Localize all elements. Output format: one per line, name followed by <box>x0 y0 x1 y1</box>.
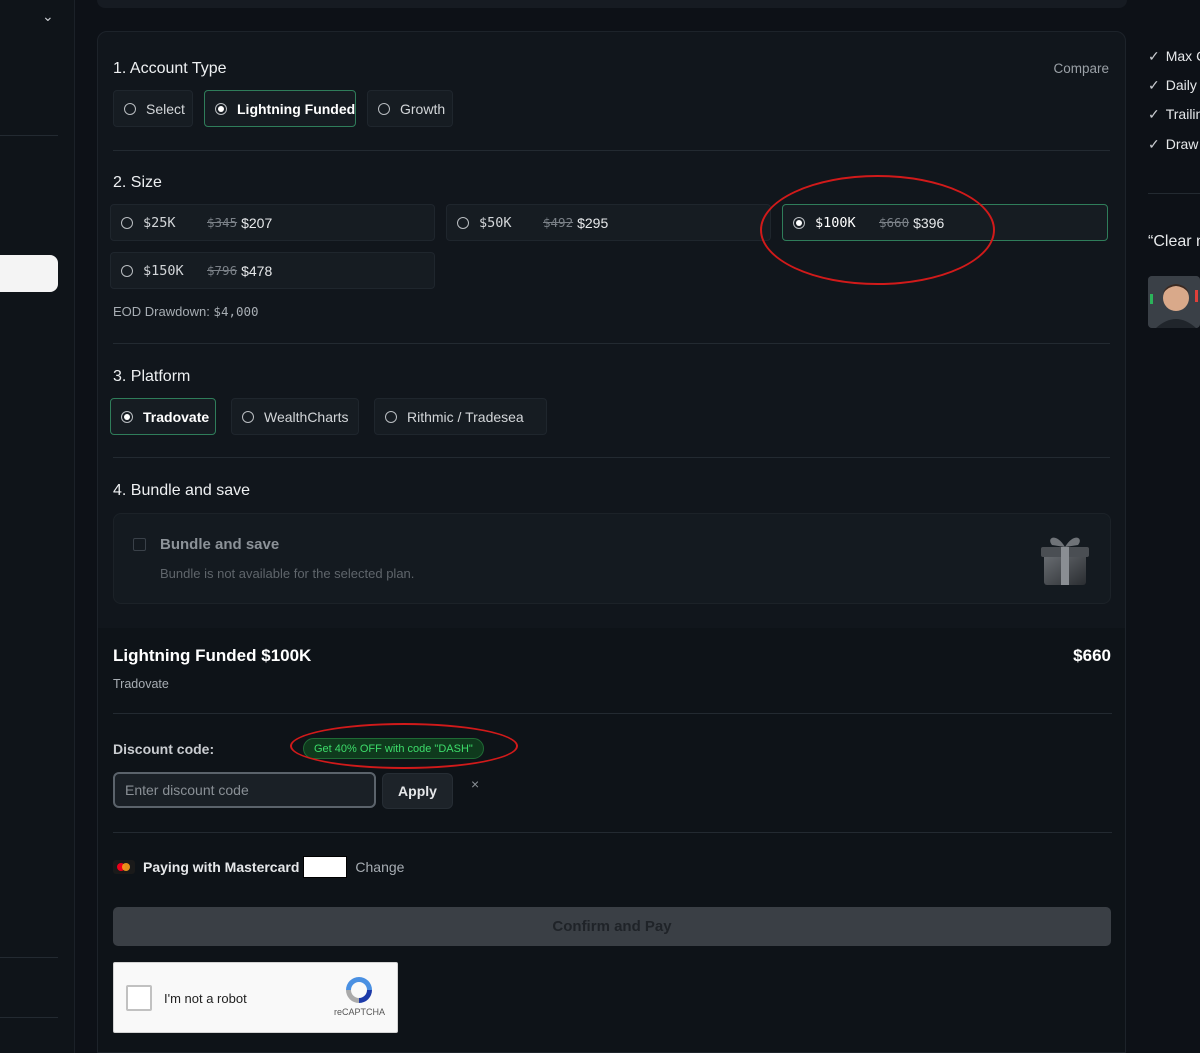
size-option-25k[interactable]: $25K $345 $207 <box>110 204 435 241</box>
platform-title: 3. Platform <box>113 368 191 385</box>
gift-icon <box>1041 537 1089 585</box>
check-icon: ✓ <box>1148 136 1160 152</box>
size-option-50k[interactable]: $50K $492 $295 <box>446 204 771 241</box>
recaptcha-label: I'm not a robot <box>164 991 247 1006</box>
paying-with-label: Paying with Mastercard <box>143 859 300 875</box>
radio-icon <box>121 216 133 229</box>
bundle-title: 4. Bundle and save <box>113 482 250 499</box>
card-number-mask <box>303 856 348 878</box>
top-panel-edge <box>97 0 1127 8</box>
summary-divider <box>113 832 1112 833</box>
recaptcha-logo-icon <box>346 977 372 1003</box>
bundle-option-subtitle: Bundle is not available for the selected… <box>160 566 415 581</box>
plan-platform: Tradovate <box>113 677 169 691</box>
bundle-option: Bundle and save Bundle is not available … <box>113 513 1111 604</box>
mastercard-icon <box>113 860 135 874</box>
confirm-and-pay-button[interactable]: Confirm and Pay <box>113 907 1111 946</box>
radio-icon <box>378 102 390 115</box>
feature-check-item: ✓ Daily <box>1148 77 1197 93</box>
discount-label: Discount code: <box>113 741 215 757</box>
section-divider <box>113 343 1110 344</box>
platform-tradovate[interactable]: Tradovate <box>110 398 216 435</box>
radio-icon <box>121 264 133 277</box>
compare-link[interactable]: Compare <box>1053 61 1109 76</box>
platform-wealthcharts[interactable]: WealthCharts <box>231 398 359 435</box>
section-divider <box>113 150 1110 151</box>
summary-divider <box>113 713 1112 714</box>
radio-icon <box>242 410 254 423</box>
testimonial-quote: “Clear n <box>1148 233 1200 250</box>
plan-title: Lightning Funded $100K <box>113 646 312 665</box>
avatar-image <box>1148 276 1200 328</box>
discount-code-input[interactable] <box>113 772 376 808</box>
account-type-select[interactable]: Select <box>113 90 193 127</box>
size-option-150k[interactable]: $150K $796 $478 <box>110 252 435 289</box>
account-type-title: 1. Account Type <box>113 60 227 77</box>
radio-checked-icon <box>215 102 227 115</box>
size-option-100k[interactable]: $100K $660 $396 <box>782 204 1108 241</box>
size-title: 2. Size <box>113 174 162 191</box>
chevron-down-icon[interactable]: ⌄ <box>42 8 54 25</box>
radio-icon <box>385 410 397 423</box>
section-divider <box>113 457 1110 458</box>
payment-method-row: Paying with Mastercard Change <box>113 856 404 878</box>
radio-checked-icon <box>121 410 133 423</box>
clear-discount-icon[interactable]: × <box>471 776 479 792</box>
feature-check-item: ✓ Trailin <box>1148 106 1200 122</box>
left-sidebar: ⌄ <box>0 0 75 1053</box>
recaptcha-widget: I'm not a robot reCAPTCHA <box>113 962 398 1033</box>
sidebar-divider <box>0 1017 58 1018</box>
radio-icon <box>457 216 469 229</box>
order-summary: Lightning Funded $100K Tradovate $660 Di… <box>98 628 1125 1052</box>
plan-price: $660 <box>1073 646 1111 665</box>
bundle-option-title: Bundle and save <box>160 536 280 553</box>
right-info-panel: ✓Max C ✓Daily ✓Trailin ✓Draw “Clear n <box>1148 0 1200 1053</box>
check-icon: ✓ <box>1148 77 1160 93</box>
feature-check-item: ✓Max C <box>1148 48 1200 64</box>
recaptcha-checkbox[interactable] <box>126 985 152 1011</box>
bundle-checkbox[interactable] <box>133 538 146 551</box>
promo-badge[interactable]: Get 40% OFF with code "DASH" <box>303 738 484 759</box>
platform-rithmic-tradesea[interactable]: Rithmic / Tradesea <box>374 398 547 435</box>
account-type-lightning-funded[interactable]: Lightning Funded <box>204 90 356 127</box>
right-divider <box>1148 193 1200 194</box>
sidebar-divider <box>0 957 58 958</box>
apply-button[interactable]: Apply <box>382 773 453 809</box>
change-payment-link[interactable]: Change <box>355 859 404 875</box>
feature-check-item: ✓ Draw <box>1148 136 1199 152</box>
avatar <box>1148 276 1200 328</box>
checkout-card: 1. Account Type Compare Select Lightning… <box>97 31 1126 1053</box>
account-type-growth[interactable]: Growth <box>367 90 453 127</box>
recaptcha-brand: reCAPTCHA <box>333 1007 385 1017</box>
radio-icon <box>124 102 136 115</box>
check-icon: ✓ <box>1148 106 1160 122</box>
sidebar-active-item[interactable] <box>0 255 58 292</box>
eod-drawdown: EOD Drawdown: $4,000 <box>113 304 259 319</box>
sidebar-divider <box>0 135 58 136</box>
check-icon: ✓ <box>1148 48 1160 64</box>
radio-checked-icon <box>793 216 805 229</box>
